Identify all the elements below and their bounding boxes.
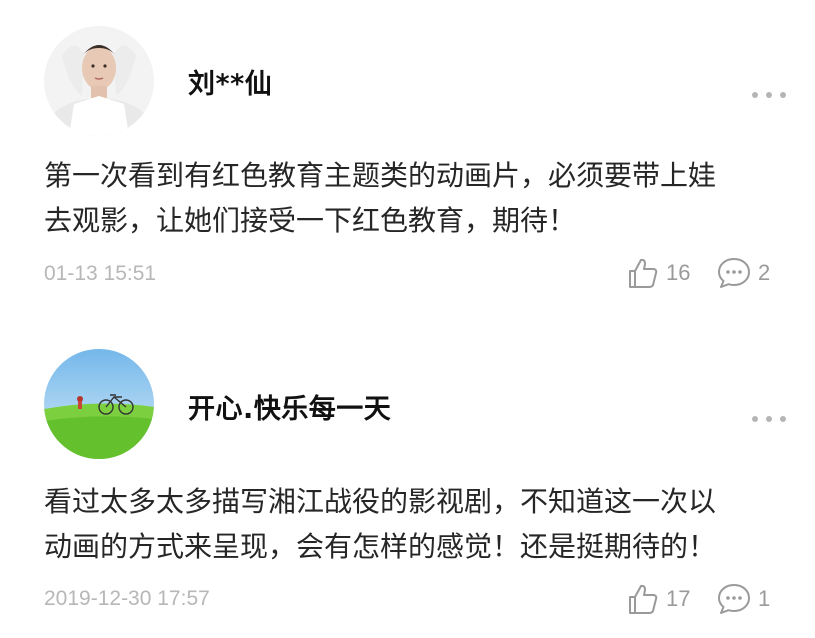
- comment-text: 看过太多太多描写湘江战役的影视剧，不知道这一次以 动画的方式来呈现，会有怎样的感…: [44, 479, 784, 569]
- avatar[interactable]: [44, 26, 154, 136]
- avatar-bicycle-meadow-icon: [44, 349, 154, 459]
- comment-timestamp: 01-13 15:51: [44, 262, 157, 285]
- thumbs-up-icon: [629, 584, 658, 614]
- avatar-man-white-shirt-icon: [44, 26, 154, 136]
- comment-text-line: 看过太多太多描写湘江战役的影视剧，不知道这一次以: [44, 485, 717, 518]
- avatar[interactable]: [44, 349, 154, 459]
- comment-text-line: 去观影，让她们接受一下红色教育，期待！: [44, 204, 577, 237]
- comment-text: 第一次看到有红色教育主题类的动画片，必须要带上娃 去观影，让她们接受一下红色教育…: [44, 153, 784, 243]
- more-dots-icon: [752, 92, 758, 98]
- like-count: 16: [666, 260, 691, 285]
- comment-bubble-icon: [718, 258, 750, 288]
- comment-timestamp: 2019-12-30 17:57: [44, 587, 210, 610]
- comment-bubble-icon: [718, 584, 750, 614]
- like-count: 17: [666, 586, 691, 611]
- more-options-button[interactable]: [752, 412, 786, 426]
- reply-button[interactable]: 1: [716, 582, 770, 616]
- more-dots-icon: [752, 416, 758, 422]
- reply-count: 2: [758, 260, 771, 285]
- thumbs-up-icon: [629, 258, 658, 288]
- more-options-button[interactable]: [752, 88, 786, 102]
- reply-count: 1: [758, 586, 771, 611]
- comment-text-line: 动画的方式来呈现，会有怎样的感觉！还是挺期待的！: [44, 530, 717, 563]
- username[interactable]: 刘**仙: [188, 62, 272, 101]
- like-button[interactable]: 16: [626, 256, 690, 290]
- reply-button[interactable]: 2: [716, 256, 770, 290]
- comment-text-line: 第一次看到有红色教育主题类的动画片，必须要带上娃: [44, 159, 717, 192]
- like-button[interactable]: 17: [626, 582, 690, 616]
- username[interactable]: 开心.快乐每一天: [188, 387, 391, 426]
